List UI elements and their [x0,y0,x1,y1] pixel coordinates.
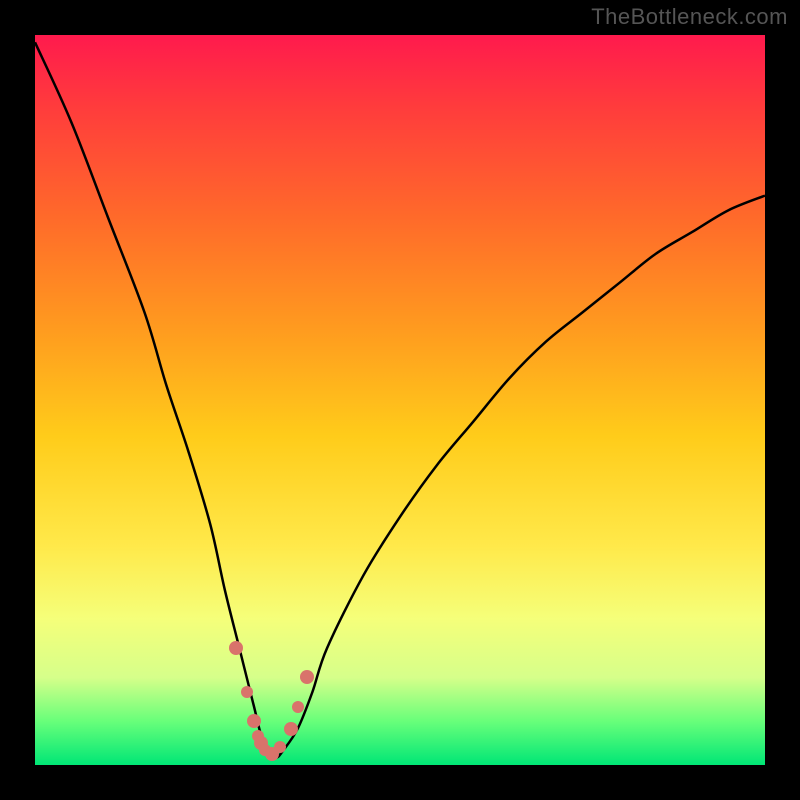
data-marker [241,686,253,698]
data-marker [292,701,304,713]
data-marker [300,670,314,684]
curve-path [35,42,765,757]
bottleneck-curve [35,35,765,765]
data-marker [247,714,261,728]
data-marker [284,722,298,736]
data-marker [274,741,286,753]
bottleneck-chart [35,35,765,765]
watermark: TheBottleneck.com [591,4,788,30]
data-marker [229,641,243,655]
